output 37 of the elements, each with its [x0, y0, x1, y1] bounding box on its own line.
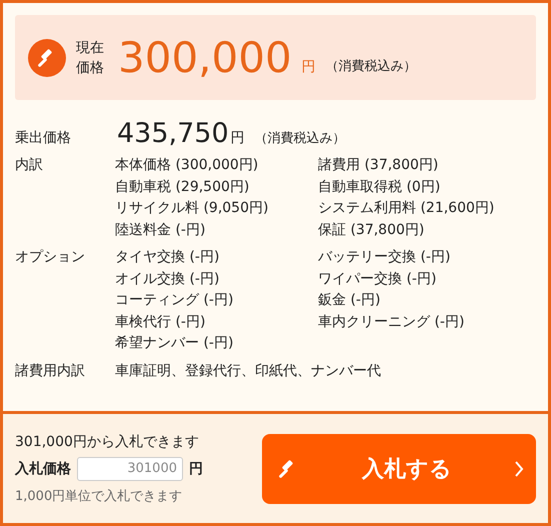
chevron-right-icon — [514, 460, 524, 478]
row-label: 乗出価格 — [15, 129, 72, 147]
fee-item: 鈑金 (-円) — [318, 291, 382, 310]
currency-unit: 円 — [230, 129, 245, 147]
fee-item: 陸送料金 (-円) — [115, 220, 206, 240]
current-price: 300,000 — [118, 33, 292, 82]
tax-note: （消費税込み） — [326, 58, 417, 75]
bid-unit-note: 1,000円単位で入札できます — [15, 488, 184, 504]
fee-item: ワイパー交換 (-円) — [318, 270, 438, 288]
bid-button[interactable]: 入札する — [262, 434, 536, 504]
fee-item: リサイクル料 (9,050円) — [115, 199, 270, 218]
currency-unit: 円 — [189, 460, 203, 478]
row-label: 内訳 — [15, 156, 44, 175]
fee-item: 保証 (37,800円) — [318, 220, 426, 240]
fee-item: 自動車税 (29,500円) — [115, 178, 250, 196]
fee-item: 車検代行 (-円) — [115, 312, 206, 332]
bid-price-label: 入札価格 — [15, 460, 71, 478]
fee-item: システム利用料 (21,600円) — [318, 199, 496, 218]
currency-unit: 円 — [302, 58, 316, 76]
fee-item: コーティング (-円) — [115, 291, 234, 310]
fee-item: 諸費用 (37,800円) — [318, 156, 440, 175]
minimum-bid-note: 301,000円から入札できます — [15, 432, 200, 450]
fee-item: タイヤ交換 (-円) — [115, 248, 220, 267]
fee-item: バッテリー交換 (-円) — [318, 248, 452, 267]
fee-breakdown: 車庫証明、登録代行、印紙代、ナンバー代 — [115, 362, 382, 380]
row-label: 諸費用内訳 — [15, 362, 86, 380]
fee-item: オイル交換 (-円) — [115, 270, 220, 288]
tax-note: （消費税込み） — [254, 130, 346, 147]
fee-item: 希望ナンバー (-円) — [115, 334, 234, 353]
total-price: 435,750 — [117, 118, 229, 149]
fee-item: 車内クリーニング (-円) — [318, 312, 466, 332]
price-label: 価格 — [76, 58, 104, 78]
price-label: 現在 — [76, 38, 104, 58]
row-label: オプション — [15, 248, 86, 267]
fee-item: 自動車取得税 (0円) — [318, 178, 442, 196]
fee-item: 本体価格 (300,000円) — [115, 156, 260, 175]
bid-price-field[interactable]: 301000 — [77, 456, 183, 480]
